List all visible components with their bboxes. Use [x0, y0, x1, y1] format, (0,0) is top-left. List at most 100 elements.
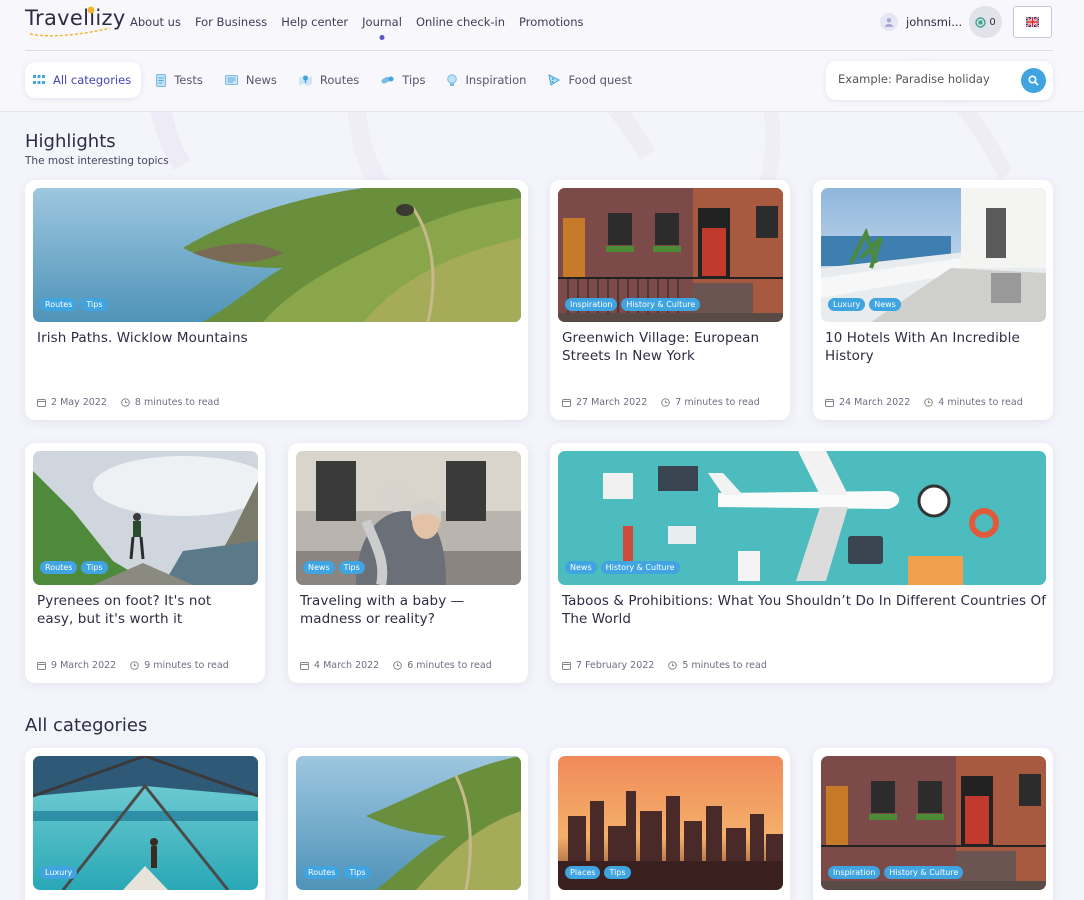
- points-badge[interactable]: 0: [969, 6, 1002, 38]
- category-news[interactable]: News: [214, 62, 288, 98]
- article-read-time: 9 minutes to read: [144, 660, 229, 671]
- search-input[interactable]: [838, 72, 1008, 86]
- article-date: 2 May 2022: [51, 397, 107, 408]
- category-card[interactable]: Routes Tips: [288, 748, 528, 900]
- tag-list: Routes Tips: [40, 561, 108, 574]
- tag[interactable]: History & Culture: [621, 298, 701, 311]
- category-all[interactable]: All categories: [25, 62, 142, 98]
- nav-online-check-in[interactable]: Online check-in: [416, 15, 505, 29]
- tag[interactable]: Routes: [303, 866, 341, 879]
- calendar-icon: [825, 399, 834, 407]
- article-meta: 7 February 2022 5 minutes to read: [562, 660, 767, 671]
- category-label: All categories: [53, 73, 132, 87]
- category-tests[interactable]: Tests: [145, 62, 214, 98]
- logo-swoosh-icon: [29, 27, 111, 37]
- category-label: Inspiration: [465, 73, 527, 87]
- clock-icon: [661, 398, 671, 407]
- nav-for-business[interactable]: For Business: [195, 15, 267, 29]
- search-button[interactable]: [1021, 68, 1046, 93]
- tag[interactable]: Places: [565, 866, 601, 879]
- document-icon: [156, 73, 167, 87]
- lightbulb-icon: [447, 73, 458, 86]
- pills-icon: [381, 76, 394, 84]
- header-divider: [25, 50, 1053, 51]
- tag-list: Inspiration History & Culture: [828, 866, 964, 879]
- tag[interactable]: News: [303, 561, 335, 574]
- article-card[interactable]: News Tips Traveling with a baby — madnes…: [288, 443, 528, 683]
- tag[interactable]: News: [869, 298, 901, 311]
- article-card[interactable]: News History & Culture Taboos & Prohibit…: [550, 443, 1053, 683]
- category-label: News: [245, 73, 277, 87]
- nav-help-center[interactable]: Help center: [281, 15, 348, 29]
- clock-icon: [130, 661, 140, 670]
- tag[interactable]: Routes: [40, 561, 78, 574]
- tag[interactable]: Inspiration: [565, 298, 618, 311]
- tag-list: News Tips: [303, 561, 365, 574]
- category-inspiration[interactable]: Inspiration: [436, 62, 537, 98]
- article-title[interactable]: Greenwich Village: European Streets In N…: [562, 329, 777, 365]
- tag[interactable]: Tips: [338, 561, 365, 574]
- article-meta: 27 March 2022 7 minutes to read: [562, 397, 760, 408]
- search-box: [826, 61, 1053, 100]
- tag[interactable]: History & Culture: [884, 866, 964, 879]
- article-read-time: 7 minutes to read: [675, 397, 760, 408]
- main-nav: About us For Business Help center Journa…: [130, 15, 584, 29]
- tag[interactable]: Inspiration: [828, 866, 881, 879]
- calendar-icon: [562, 399, 571, 407]
- pizza-icon: [548, 74, 561, 86]
- tag[interactable]: News: [565, 561, 597, 574]
- tag[interactable]: Luxury: [40, 866, 78, 879]
- article-title[interactable]: 10 Hotels With An Incredible History: [825, 329, 1040, 365]
- category-card[interactable]: Places Tips: [550, 748, 790, 900]
- article-meta: 24 March 2022 4 minutes to read: [825, 397, 1023, 408]
- highlights-subtitle: The most interesting topics: [25, 155, 169, 167]
- article-title[interactable]: Traveling with a baby — madness or reali…: [300, 592, 515, 628]
- nav-about-us[interactable]: About us: [130, 15, 181, 29]
- grid-icon: [33, 75, 45, 84]
- article-read-time: 6 minutes to read: [407, 660, 492, 671]
- tag-list: Luxury: [40, 866, 78, 879]
- tag[interactable]: Tips: [344, 866, 371, 879]
- calendar-icon: [300, 662, 309, 670]
- article-card[interactable]: Routes Tips Pyrenees on foot? It's not e…: [25, 443, 265, 683]
- category-label: Routes: [319, 73, 360, 87]
- category-food-quest[interactable]: Food quest: [537, 62, 642, 98]
- category-tips[interactable]: Tips: [370, 62, 436, 98]
- points-count: 0: [989, 16, 996, 28]
- tag[interactable]: Tips: [604, 866, 631, 879]
- article-date: 4 March 2022: [314, 660, 380, 671]
- article-date: 24 March 2022: [839, 397, 911, 408]
- article-title[interactable]: Taboos & Prohibitions: What You Shouldn’…: [562, 592, 1047, 628]
- category-routes[interactable]: Routes: [288, 62, 370, 98]
- tag[interactable]: History & Culture: [600, 561, 680, 574]
- user-menu[interactable]: johnsmi...: [880, 13, 962, 31]
- nav-promotions[interactable]: Promotions: [519, 15, 584, 29]
- tag[interactable]: Luxury: [828, 298, 866, 311]
- language-button[interactable]: [1013, 6, 1052, 38]
- article-date: 7 February 2022: [576, 660, 655, 671]
- article-title[interactable]: Irish Paths. Wicklow Mountains: [37, 329, 507, 347]
- article-meta: 9 March 2022 9 minutes to read: [37, 660, 229, 671]
- article-card[interactable]: Inspiration History & Culture Greenwich …: [550, 180, 790, 420]
- category-label: Tips: [402, 73, 426, 87]
- category-card[interactable]: Luxury: [25, 748, 265, 900]
- article-date: 27 March 2022: [576, 397, 648, 408]
- tag[interactable]: Tips: [81, 561, 108, 574]
- highlights-title: Highlights: [25, 131, 116, 152]
- uk-flag-icon: [1026, 17, 1039, 27]
- tag[interactable]: Routes: [40, 298, 78, 311]
- tag[interactable]: Tips: [81, 298, 108, 311]
- calendar-icon: [37, 399, 46, 407]
- article-card[interactable]: Routes Tips Irish Paths. Wicklow Mountai…: [25, 180, 528, 420]
- calendar-icon: [562, 662, 571, 670]
- map-pin-icon: [298, 75, 312, 86]
- clock-icon: [121, 398, 130, 407]
- article-card[interactable]: Luxury News 10 Hotels With An Incredible…: [813, 180, 1053, 420]
- logo-sun-icon: [87, 6, 95, 14]
- nav-journal[interactable]: Journal: [362, 15, 402, 29]
- category-card[interactable]: Inspiration History & Culture: [813, 748, 1053, 900]
- newspaper-icon: [224, 75, 238, 85]
- article-title[interactable]: Pyrenees on foot? It's not easy, but it'…: [37, 592, 252, 628]
- all-categories-title: All categories: [25, 715, 148, 736]
- clock-icon: [924, 398, 934, 407]
